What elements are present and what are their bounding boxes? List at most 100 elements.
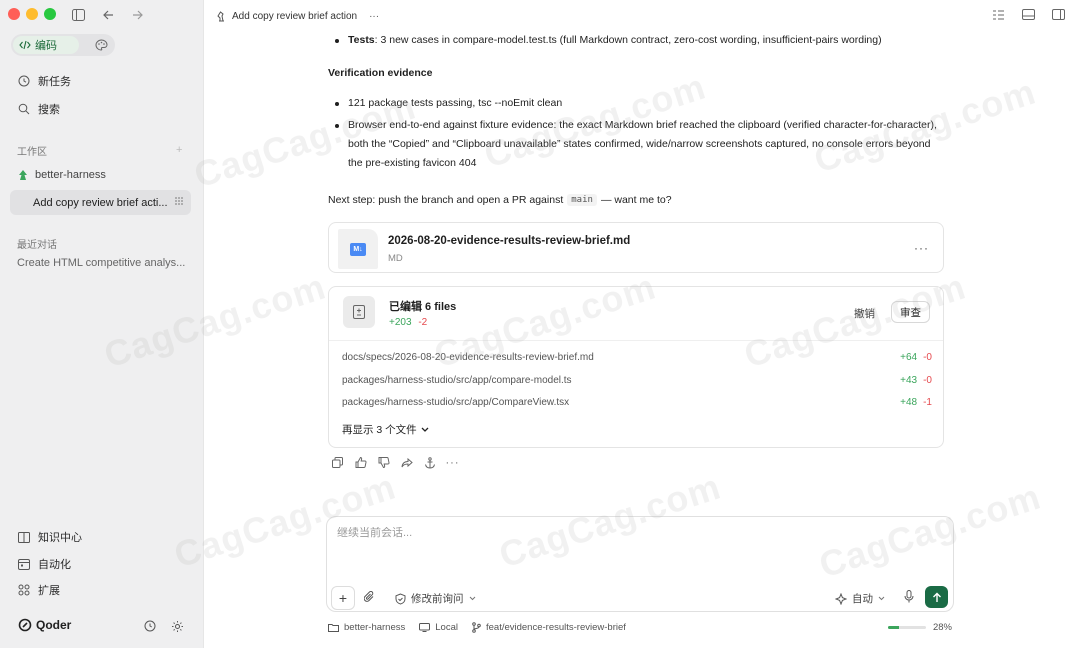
- workspace-name: better-harness: [35, 169, 106, 181]
- approval-mode-select[interactable]: 修改前询问: [395, 591, 476, 606]
- environment-name: Local: [435, 622, 458, 633]
- copy-icon[interactable]: [331, 456, 344, 469]
- microphone-icon[interactable]: [904, 590, 914, 603]
- chess-piece-icon: [217, 11, 224, 22]
- right-panel-toggle-icon[interactable]: [1052, 9, 1065, 20]
- composer: + 修改前询问 自动: [326, 516, 954, 612]
- branch-name: feat/evidence-results-review-brief: [485, 622, 626, 633]
- minimize-window-button[interactable]: [26, 8, 38, 20]
- tests-label: Tests: [348, 34, 375, 46]
- edited-file-row[interactable]: docs/specs/2026-08-20-evidence-results-r…: [342, 352, 932, 363]
- send-button[interactable]: [925, 586, 948, 608]
- search-button[interactable]: 搜索: [18, 101, 60, 117]
- conversation-header: Add copy review brief action ···: [216, 11, 379, 22]
- add-context-button[interactable]: +: [331, 586, 355, 610]
- new-task-icon: [18, 75, 30, 87]
- forward-arrow-icon[interactable]: [128, 6, 146, 24]
- workspace-item[interactable]: better-harness: [18, 169, 106, 181]
- thumbs-up-icon[interactable]: [354, 456, 367, 469]
- total-additions: +203: [389, 317, 412, 328]
- chevron-down-icon: [469, 596, 475, 601]
- show-more-files-button[interactable]: 再显示 3 个文件: [342, 422, 429, 437]
- share-icon[interactable]: [400, 456, 413, 469]
- thread-item-active[interactable]: Add copy review brief acti...: [10, 190, 191, 215]
- approval-mode-label: 修改前询问: [411, 593, 464, 605]
- edited-files-stats: +203 -2: [389, 317, 427, 328]
- anchor-icon[interactable]: [423, 456, 436, 469]
- history-icon[interactable]: [141, 617, 159, 635]
- workspace-logo-icon: [19, 170, 27, 180]
- project-name: better-harness: [344, 622, 406, 633]
- branch-indicator[interactable]: feat/evidence-results-review-brief: [472, 622, 626, 633]
- file-deletions: -1: [923, 397, 932, 408]
- file-additions: +43: [900, 375, 918, 386]
- checklist-icon[interactable]: [992, 9, 1005, 21]
- evidence-bullet-1: 121 package tests passing, tsc --noEmit …: [328, 94, 562, 113]
- knowledge-label: 知识中心: [38, 532, 82, 544]
- add-workspace-icon[interactable]: +: [176, 144, 182, 156]
- git-branch-icon: [472, 622, 481, 633]
- edited-files-card: 已编辑 6 files +203 -2 撤销 审查 docs/specs/202…: [328, 286, 944, 448]
- more-icon[interactable]: ···: [446, 456, 459, 469]
- grid-icon[interactable]: [174, 196, 184, 206]
- search-icon: [18, 103, 30, 115]
- model-label: 自动: [852, 593, 873, 605]
- chevron-down-icon: [421, 427, 429, 432]
- extensions-button[interactable]: 扩展: [18, 582, 60, 598]
- file-type: MD: [388, 253, 403, 264]
- next-step-prefix: Next step: push the branch and open a PR…: [328, 194, 564, 206]
- automation-button[interactable]: 自动化: [18, 556, 71, 572]
- extensions-icon: [18, 584, 30, 596]
- divider: [329, 340, 943, 341]
- settings-gear-icon[interactable]: [168, 617, 186, 635]
- recent-conversation-item[interactable]: Create HTML competitive analys...: [17, 257, 185, 269]
- markdown-badge: M↓: [350, 242, 366, 256]
- edited-file-path: packages/harness-studio/src/app/CompareV…: [342, 397, 570, 408]
- search-label: 搜索: [38, 104, 60, 116]
- environment-indicator[interactable]: Local: [419, 622, 458, 633]
- shield-icon: [395, 592, 406, 605]
- mode-code-label: 编码: [35, 40, 57, 52]
- paperclip-icon[interactable]: [364, 591, 375, 603]
- edited-file-row[interactable]: packages/harness-studio/src/app/CompareV…: [342, 397, 932, 408]
- branch-code: main: [567, 194, 597, 206]
- brand-name: Qoder: [36, 618, 72, 632]
- undo-button[interactable]: 撤销: [854, 306, 875, 321]
- brand-logo: Qoder: [18, 618, 71, 632]
- thread-title: Add copy review brief acti...: [33, 196, 168, 209]
- tests-bullet: Tests: 3 new cases in compare-model.test…: [328, 31, 882, 50]
- edited-file-path: docs/specs/2026-08-20-evidence-results-r…: [342, 352, 594, 363]
- bottom-panel-toggle-icon[interactable]: [1022, 9, 1035, 20]
- new-task-label: 新任务: [38, 76, 71, 88]
- sidebar: 编码 新任务 搜索 工作区 + better-harness Add copy …: [0, 0, 203, 648]
- mode-switch: 编码: [11, 34, 115, 56]
- mode-design-tab[interactable]: [95, 39, 108, 51]
- conversation-more-button[interactable]: ···: [369, 11, 379, 22]
- mode-code-tab[interactable]: 编码: [13, 36, 79, 54]
- workspace-section-label: 工作区: [17, 147, 47, 158]
- review-button[interactable]: 审查: [891, 301, 930, 323]
- next-step-suffix: — want me to?: [600, 194, 672, 206]
- message-input[interactable]: [337, 527, 937, 539]
- recent-section-label: 最近对话: [17, 240, 57, 251]
- next-step-line: Next step: push the branch and open a PR…: [328, 194, 672, 206]
- sparkle-icon: [835, 592, 847, 605]
- new-task-button[interactable]: 新任务: [18, 73, 71, 89]
- thumbs-down-icon[interactable]: [377, 456, 390, 469]
- maximize-window-button[interactable]: [44, 8, 56, 20]
- file-more-button[interactable]: ···: [914, 241, 929, 255]
- model-select[interactable]: 自动: [835, 591, 885, 606]
- message-actions: ···: [331, 456, 459, 469]
- back-arrow-icon[interactable]: [99, 6, 117, 24]
- file-additions: +64: [900, 352, 918, 363]
- close-window-button[interactable]: [8, 8, 20, 20]
- window-controls: [8, 8, 56, 20]
- file-attachment-card[interactable]: M↓ 2026-08-20-evidence-results-review-br…: [328, 222, 944, 273]
- file-additions: +48: [900, 397, 918, 408]
- knowledge-center-button[interactable]: 知识中心: [18, 529, 82, 545]
- project-indicator[interactable]: better-harness: [328, 622, 405, 633]
- edited-file-row[interactable]: packages/harness-studio/src/app/compare-…: [342, 375, 932, 386]
- qoder-logo-icon: [18, 618, 32, 632]
- tests-text: : 3 new cases in compare-model.test.ts (…: [374, 34, 882, 46]
- sidebar-toggle-icon[interactable]: [69, 6, 87, 24]
